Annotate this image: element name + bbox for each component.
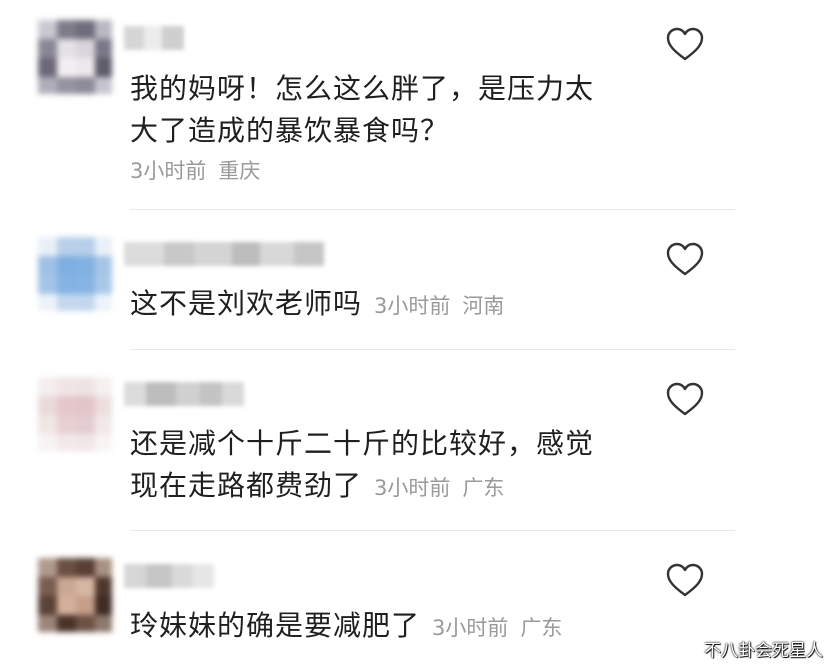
heart-icon[interactable]: [666, 27, 704, 63]
heart-icon[interactable]: [666, 563, 704, 599]
comment-text: 现在走路都费劲了 3小时前 广东: [130, 465, 504, 509]
comment-time: 3小时前: [432, 616, 509, 640]
avatar[interactable]: [38, 237, 112, 311]
comment-time: 3小时前: [130, 159, 207, 183]
comment-location: 广东: [462, 476, 505, 500]
avatar[interactable]: [38, 20, 112, 94]
comment-text: 这不是刘欢老师吗 3小时前 河南: [130, 283, 504, 327]
comment-location: 河南: [462, 294, 505, 318]
comment-text: 还是减个十斤二十斤的比较好，感觉: [130, 427, 595, 460]
username-blurred[interactable]: [124, 382, 244, 406]
username-blurred[interactable]: [124, 26, 184, 50]
username-blurred[interactable]: [124, 242, 324, 266]
comment-time: 3小时前: [374, 294, 451, 318]
comment-item: 这不是刘欢老师吗 3小时前 河南: [0, 210, 831, 350]
heart-icon[interactable]: [666, 242, 704, 278]
comment-meta: 3小时前 重庆: [130, 155, 260, 185]
heart-icon[interactable]: [666, 382, 704, 418]
comment-location: 重庆: [218, 159, 261, 183]
avatar[interactable]: [38, 558, 112, 632]
comment-body: 玲妹妹的确是要减肥了: [130, 609, 421, 642]
avatar[interactable]: [38, 377, 112, 451]
comment-text: 我的妈呀！怎么这么胖了，是压力太: [130, 72, 595, 105]
comment-body: 这不是刘欢老师吗: [130, 287, 363, 320]
comment-item: 我的妈呀！怎么这么胖了，是压力太 大了造成的暴饮暴食吗？ 3小时前 重庆: [0, 0, 831, 210]
comment-time: 3小时前: [374, 476, 451, 500]
comment-body: 现在走路都费劲了: [130, 469, 363, 502]
comment-location: 广东: [520, 616, 563, 640]
comment-text: 玲妹妹的确是要减肥了 3小时前 广东: [130, 605, 562, 649]
watermark: 不八卦会死星人: [704, 641, 823, 661]
username-blurred[interactable]: [124, 564, 214, 588]
comment-text: 大了造成的暴饮暴食吗？: [130, 114, 450, 147]
comment-item: 还是减个十斤二十斤的比较好，感觉 现在走路都费劲了 3小时前 广东: [0, 350, 831, 530]
